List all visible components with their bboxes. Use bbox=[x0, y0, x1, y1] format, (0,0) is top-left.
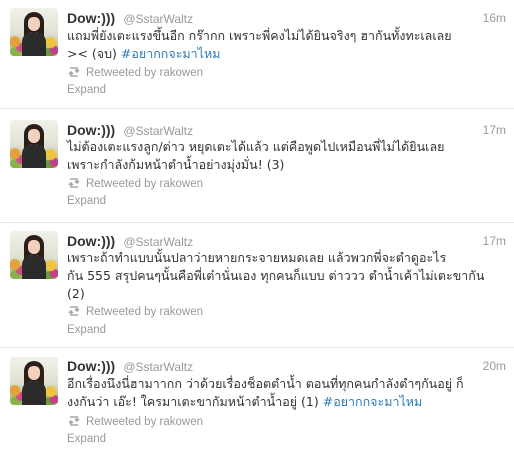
tweet-timeline: Dow:))) @SstarWaltz 16m แถมพี่ยังเตะแรงข… bbox=[0, 0, 514, 449]
tweet-header: Dow:))) @SstarWaltz 16m bbox=[67, 9, 506, 27]
retweet-icon bbox=[67, 66, 81, 78]
display-name[interactable]: Dow:))) bbox=[67, 233, 115, 249]
tweet-text-line: แถมพี่ยังเตะแรงขึ้นอีก กร๊ากก เพราะพี่คง… bbox=[67, 27, 497, 45]
tweet-text: ไม่ต้องเตะแรงลูก/ต่าว หยุดเตะได้แล้ว แต่… bbox=[67, 138, 497, 174]
hashtag-link[interactable]: #อยากกจะมาไหม bbox=[121, 46, 221, 61]
tweet[interactable]: Dow:))) @SstarWaltz 16m แถมพี่ยังเตะแรงข… bbox=[0, 0, 514, 110]
retweeted-prefix: Retweeted by bbox=[86, 306, 157, 318]
tweet-text: เพราะถ้าทำแบบนั้นปลาว่ายหายกระจายหมดเลย … bbox=[67, 249, 497, 303]
retweeted-by: Retweeted by rakowen bbox=[67, 65, 203, 81]
tweet-text-segment: งงกันว่า เอ๊ะ! ใครมาเตะขากัมหน้าตำน้ำอยู… bbox=[67, 394, 323, 409]
screen-name[interactable]: @SstarWaltz bbox=[123, 124, 193, 138]
tweet-text-segment: กัน 555 สรุปคนๆนั้นคือพี่เต๋านั่นเอง ทุก… bbox=[67, 268, 485, 283]
screen-name[interactable]: @SstarWaltz bbox=[123, 12, 193, 26]
tweet-text-segment: >< (จบ) bbox=[67, 46, 121, 61]
retweeted-prefix: Retweeted by bbox=[86, 178, 157, 190]
retweeted-prefix: Retweeted by bbox=[86, 67, 157, 79]
tweet-header: Dow:))) @SstarWaltz 17m bbox=[67, 232, 506, 250]
tweet-text-line: เพราะกำลังก้มหน้าตำน้ำอย่างมุ่งมั่น! (3) bbox=[67, 156, 497, 174]
timestamp[interactable]: 17m bbox=[483, 121, 506, 139]
timestamp[interactable]: 16m bbox=[483, 9, 506, 27]
avatar-body bbox=[22, 32, 46, 56]
tweet-text: อีกเรื่องนึงนี่ฮามาากก ว่าด้วยเรื่องช็อต… bbox=[67, 375, 497, 411]
avatar-face bbox=[28, 17, 40, 31]
tweet-text-segment: ไม่ต้องเตะแรงลูก/ต่าว หยุดเตะได้แล้ว แต่… bbox=[67, 139, 445, 154]
avatar-body bbox=[22, 144, 46, 168]
retweeter-name[interactable]: rakowen bbox=[160, 306, 203, 318]
tweet-text-line: >< (จบ) #อยากกจะมาไหม bbox=[67, 45, 497, 63]
tweet-text-line: งงกันว่า เอ๊ะ! ใครมาเตะขากัมหน้าตำน้ำอยู… bbox=[67, 393, 497, 411]
avatar[interactable] bbox=[10, 120, 58, 168]
tweet-text-segment: เพราะกำลังก้มหน้าตำน้ำอย่างมุ่งมั่น! (3) bbox=[67, 157, 285, 172]
avatar-face bbox=[28, 240, 40, 254]
tweet-text-segment: อีกเรื่องนึงนี่ฮามาากก ว่าด้วยเรื่องช็อต… bbox=[67, 376, 464, 391]
retweet-icon bbox=[67, 305, 81, 317]
avatar[interactable] bbox=[10, 8, 58, 56]
expand-link[interactable]: Expand bbox=[67, 193, 106, 209]
avatar-body bbox=[22, 381, 46, 405]
tweet-header: Dow:))) @SstarWaltz 20m bbox=[67, 357, 506, 375]
screen-name[interactable]: @SstarWaltz bbox=[123, 235, 193, 249]
tweet-text-line: อีกเรื่องนึงนี่ฮามาากก ว่าด้วยเรื่องช็อต… bbox=[67, 375, 497, 393]
tweet-text: แถมพี่ยังเตะแรงขึ้นอีก กร๊ากก เพราะพี่คง… bbox=[67, 27, 497, 63]
display-name[interactable]: Dow:))) bbox=[67, 10, 115, 26]
retweeted-by: Retweeted by rakowen bbox=[67, 176, 203, 192]
tweet-text-segment: (2) bbox=[67, 286, 85, 301]
timestamp[interactable]: 17m bbox=[483, 232, 506, 250]
hashtag-link[interactable]: #อยากกจะมาไหม bbox=[323, 394, 423, 409]
tweet[interactable]: Dow:))) @SstarWaltz 17m ไม่ต้องเตะแรงลูก… bbox=[0, 109, 514, 221]
retweeted-by: Retweeted by rakowen bbox=[67, 304, 203, 320]
screen-name[interactable]: @SstarWaltz bbox=[123, 360, 193, 374]
tweet-text-segment: เพราะถ้าทำแบบนั้นปลาว่ายหายกระจายหมดเลย … bbox=[67, 250, 447, 265]
avatar-face bbox=[28, 129, 40, 143]
avatar-body bbox=[22, 255, 46, 279]
retweet-icon bbox=[67, 177, 81, 189]
tweet-header: Dow:))) @SstarWaltz 17m bbox=[67, 121, 506, 139]
retweeter-name[interactable]: rakowen bbox=[160, 67, 203, 79]
retweet-icon bbox=[67, 415, 81, 427]
expand-link[interactable]: Expand bbox=[67, 322, 106, 338]
tweet[interactable]: Dow:))) @SstarWaltz 17m เพราะถ้าทำแบบนั้… bbox=[0, 223, 514, 348]
expand-link[interactable]: Expand bbox=[67, 82, 106, 98]
avatar-face bbox=[28, 366, 40, 380]
tweet-text-line: ไม่ต้องเตะแรงลูก/ต่าว หยุดเตะได้แล้ว แต่… bbox=[67, 138, 497, 156]
avatar[interactable] bbox=[10, 231, 58, 279]
retweeted-prefix: Retweeted by bbox=[86, 416, 157, 428]
expand-link[interactable]: Expand bbox=[67, 431, 106, 447]
tweet[interactable]: Dow:))) @SstarWaltz 20m อีกเรื่องนึงนี่ฮ… bbox=[0, 348, 514, 449]
timestamp[interactable]: 20m bbox=[483, 357, 506, 375]
tweet-text-segment: แถมพี่ยังเตะแรงขึ้นอีก กร๊ากก เพราะพี่คง… bbox=[67, 28, 452, 43]
avatar[interactable] bbox=[10, 357, 58, 405]
tweet-text-line: (2) bbox=[67, 285, 497, 303]
tweet-text-line: เพราะถ้าทำแบบนั้นปลาว่ายหายกระจายหมดเลย … bbox=[67, 249, 497, 267]
retweeted-by: Retweeted by rakowen bbox=[67, 414, 203, 430]
display-name[interactable]: Dow:))) bbox=[67, 122, 115, 138]
retweeter-name[interactable]: rakowen bbox=[160, 416, 203, 428]
retweeter-name[interactable]: rakowen bbox=[160, 178, 203, 190]
tweet-text-line: กัน 555 สรุปคนๆนั้นคือพี่เต๋านั่นเอง ทุก… bbox=[67, 267, 497, 285]
display-name[interactable]: Dow:))) bbox=[67, 358, 115, 374]
